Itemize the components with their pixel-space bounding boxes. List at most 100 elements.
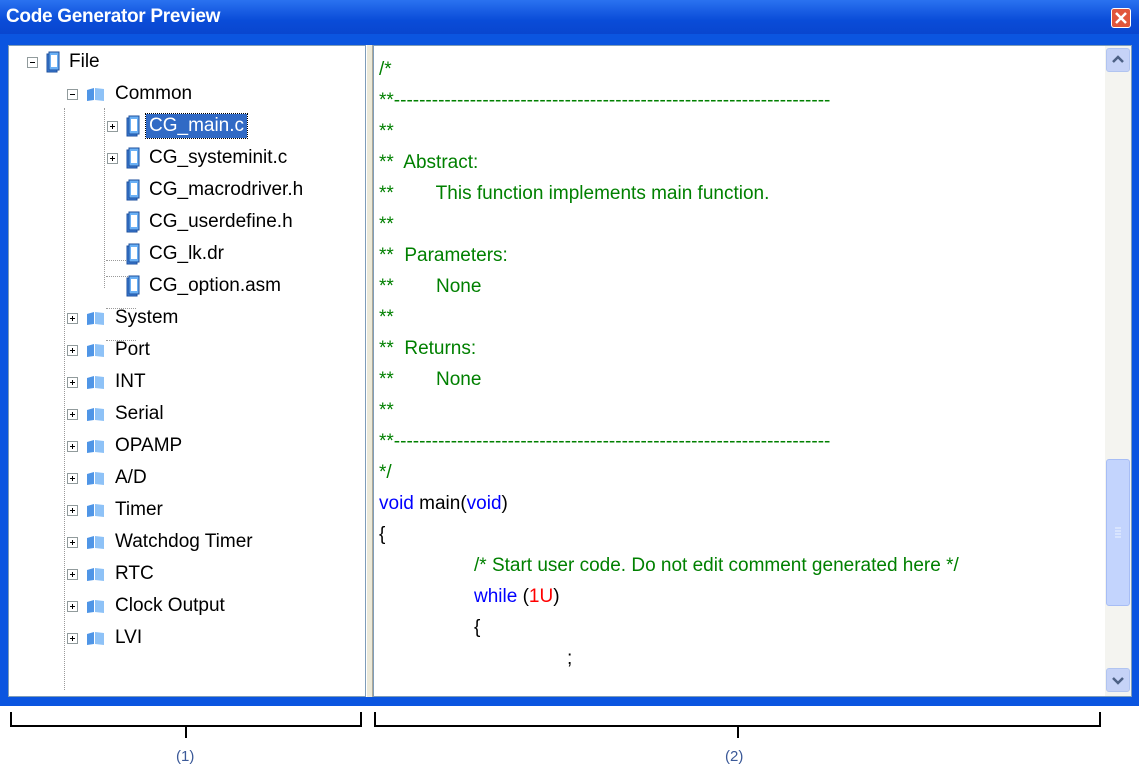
folder-icon	[87, 600, 104, 613]
file-icon	[126, 179, 140, 201]
expand-toggle[interactable]	[67, 600, 78, 612]
code-line: **--------------------------------------…	[379, 431, 831, 452]
file-icon	[46, 51, 60, 73]
code-line: ** Abstract:	[379, 152, 479, 173]
number-literal: 1U	[528, 586, 554, 607]
annotation-bracket-right	[374, 712, 1101, 727]
tree-label-opamp: OPAMP	[115, 435, 183, 456]
annotation-bracket-left	[10, 712, 362, 727]
tree-label-common: Common	[115, 83, 193, 104]
tree-label-int: INT	[115, 371, 146, 392]
tree-label-file: File	[69, 51, 100, 72]
code-preview-pane[interactable]: /* **-----------------------------------…	[373, 45, 1132, 697]
tree-label-cg-systeminit-c: CG_systeminit.c	[149, 147, 288, 168]
folder-icon	[87, 312, 104, 325]
file-icon	[126, 275, 140, 297]
scroll-thumb[interactable]	[1106, 459, 1130, 606]
folder-icon	[87, 504, 104, 517]
code-line-semicolon: ;	[567, 648, 573, 669]
code-line-open-brace: {	[379, 524, 386, 545]
annotation-tick-left	[185, 726, 187, 738]
tree-node-cg-systeminit-c[interactable]: CG_systeminit.c	[107, 144, 290, 172]
expand-toggle[interactable]	[67, 632, 78, 644]
tree-node-serial[interactable]: Serial	[67, 400, 167, 428]
expand-toggle[interactable]	[67, 536, 78, 548]
annotation-label-left: (1)	[176, 748, 195, 765]
tree-node-rtc[interactable]: RTC	[67, 560, 157, 588]
code-token: )	[501, 493, 508, 514]
tree-node-int[interactable]: INT	[67, 368, 149, 396]
tree-node-cg-userdefine-h[interactable]: CG_userdefine.h	[126, 208, 296, 236]
keyword-while: while	[474, 586, 518, 607]
code-line: **	[379, 307, 394, 328]
close-button[interactable]	[1111, 8, 1131, 28]
annotation-label-right: (2)	[725, 748, 744, 765]
folder-icon	[87, 440, 104, 453]
expand-toggle[interactable]	[107, 152, 118, 164]
window-title: Code Generator Preview	[6, 6, 221, 27]
folder-icon	[87, 568, 104, 581]
collapse-toggle[interactable]	[27, 56, 38, 68]
expand-toggle[interactable]	[67, 568, 78, 580]
tree-node-file[interactable]: File	[27, 48, 103, 76]
code-line: ** Returns:	[379, 338, 477, 359]
tree-node-clock-output[interactable]: Clock Output	[67, 592, 228, 620]
code-line: ** Parameters:	[379, 245, 508, 266]
close-icon	[1115, 12, 1127, 24]
expand-toggle[interactable]	[67, 312, 78, 324]
expand-toggle[interactable]	[67, 344, 78, 356]
code-line: **	[379, 121, 394, 142]
expand-toggle[interactable]	[107, 120, 118, 132]
collapse-toggle[interactable]	[67, 88, 78, 100]
chevron-up-icon	[1112, 55, 1124, 63]
tree-label-lvi: LVI	[115, 627, 143, 648]
code-line-main-signature: void main(void)	[379, 488, 508, 519]
file-icon	[126, 115, 140, 137]
tree-node-system[interactable]: System	[67, 304, 181, 332]
title-bar[interactable]: Code Generator Preview	[0, 0, 1139, 34]
vertical-scrollbar[interactable]	[1105, 46, 1131, 696]
tree-node-common[interactable]: Common	[67, 80, 195, 108]
tree-node-lvi[interactable]: LVI	[67, 624, 145, 652]
tree-label-rtc: RTC	[115, 563, 154, 584]
tree-label-a-d: A/D	[115, 467, 147, 488]
code-line: /*	[379, 59, 392, 80]
tree-label-watchdog-timer: Watchdog Timer	[115, 531, 253, 552]
code-line-while: while (1U)	[474, 581, 560, 612]
expand-toggle[interactable]	[67, 408, 78, 420]
tree-label-serial: Serial	[115, 403, 164, 424]
expand-toggle[interactable]	[67, 376, 78, 388]
tree-label-cg-userdefine-h: CG_userdefine.h	[149, 211, 293, 232]
tree-node-watchdog-timer[interactable]: Watchdog Timer	[67, 528, 256, 556]
code-token: )	[553, 586, 560, 607]
scroll-up-button[interactable]	[1106, 48, 1130, 72]
tree-node-timer[interactable]: Timer	[67, 496, 166, 524]
tree-node-a-d[interactable]: A/D	[67, 464, 150, 492]
folder-icon	[87, 536, 104, 549]
file-icon	[126, 243, 140, 265]
tree-label-cg-lk-dr: CG_lk.dr	[149, 243, 224, 264]
tree-node-opamp[interactable]: OPAMP	[67, 432, 185, 460]
pane-splitter[interactable]	[366, 45, 373, 697]
file-tree-pane[interactable]: File Common CG_main.c CG_systeminit.c CG…	[8, 45, 366, 697]
tree-node-port[interactable]: Port	[67, 336, 153, 364]
expand-toggle[interactable]	[67, 440, 78, 452]
chevron-down-icon	[1112, 677, 1124, 685]
keyword-void: void	[466, 493, 502, 514]
code-line-user-comment: /* Start user code. Do not edit comment …	[474, 555, 959, 576]
tree-node-cg-main-c[interactable]: CG_main.c	[107, 112, 249, 140]
expand-toggle[interactable]	[67, 504, 78, 516]
code-line: ** None	[379, 276, 482, 297]
tree-label-cg-main-c: CG_main.c	[144, 113, 249, 139]
scroll-down-button[interactable]	[1106, 668, 1130, 692]
code-token: main(	[413, 493, 467, 514]
tree-node-cg-option-asm[interactable]: CG_option.asm	[126, 272, 284, 300]
tree-node-cg-lk-dr[interactable]: CG_lk.dr	[126, 240, 227, 268]
code-token: (	[517, 586, 529, 607]
tree-node-cg-macrodriver-h[interactable]: CG_macrodriver.h	[126, 176, 306, 204]
tree-label-port: Port	[115, 339, 150, 360]
tree-label-system: System	[115, 307, 179, 328]
tree-label-cg-option-asm: CG_option.asm	[149, 275, 282, 296]
folder-icon	[87, 344, 104, 357]
expand-toggle[interactable]	[67, 472, 78, 484]
